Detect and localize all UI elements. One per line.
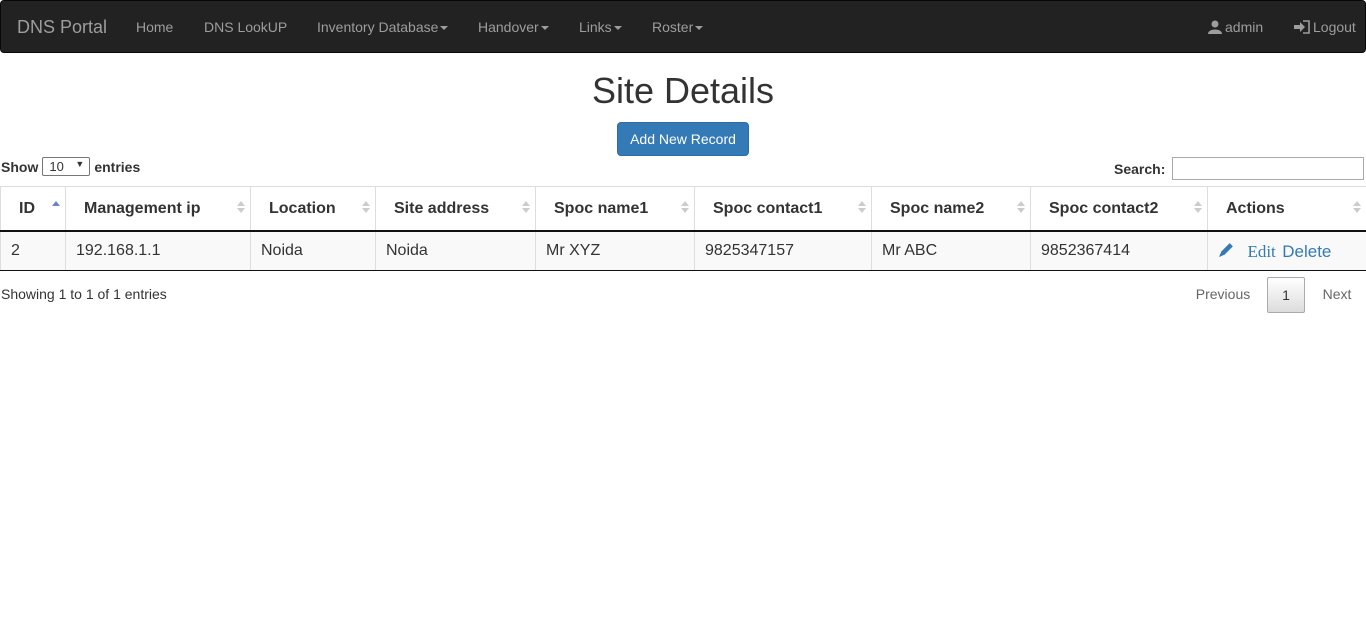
cell-location: Noida: [250, 231, 376, 271]
sort-icon: [858, 201, 866, 213]
nav-dns-lookup[interactable]: DNS LookUP: [204, 19, 287, 35]
nav-links-dropdown[interactable]: Links: [579, 19, 622, 35]
sort-icon: [1353, 201, 1361, 213]
caret-down-icon: [613, 26, 622, 31]
nav-inventory-database-dropdown[interactable]: Inventory Database: [317, 19, 449, 35]
pagination-next[interactable]: Next: [1313, 277, 1361, 311]
nav-links-label: Links: [579, 19, 612, 35]
cell-actions: Edit Delete: [1207, 231, 1366, 271]
caret-down-icon: [440, 26, 449, 31]
logout-label: Logout: [1313, 19, 1356, 35]
entries-label: entries: [94, 158, 141, 175]
delete-link[interactable]: Delete: [1282, 242, 1331, 261]
column-header-management-ip[interactable]: Management ip: [65, 186, 251, 232]
sort-icon: [681, 201, 689, 213]
cell-spoc-name1: Mr XYZ: [535, 231, 695, 271]
nav-roster-label: Roster: [652, 19, 694, 35]
column-header-location[interactable]: Location: [250, 186, 376, 232]
cell-spoc-contact2: 9852367414: [1030, 231, 1208, 271]
column-header-spoc-name1[interactable]: Spoc name1: [535, 186, 695, 232]
nav-logout[interactable]: Logout: [1294, 19, 1356, 35]
column-header-spoc-contact1[interactable]: Spoc contact1: [694, 186, 872, 232]
select-arrow-icon: ▼: [75, 159, 85, 169]
column-header-label: Location: [269, 199, 336, 217]
user-name: admin: [1225, 19, 1264, 35]
column-header-spoc-name2[interactable]: Spoc name2: [871, 186, 1031, 232]
search-label: Search:: [1114, 160, 1166, 177]
show-label: Show: [1, 158, 39, 175]
logout-icon: [1294, 20, 1310, 34]
pagination-page-1[interactable]: 1: [1267, 277, 1305, 313]
nav-user[interactable]: admin: [1208, 19, 1263, 35]
cell-id: 2: [0, 231, 66, 271]
column-header-label: Spoc contact2: [1049, 199, 1159, 217]
edit-link[interactable]: Edit: [1247, 242, 1275, 261]
cell-site-address: Noida: [375, 231, 536, 271]
page-title: Site Details: [591, 70, 775, 111]
brand-link[interactable]: DNS Portal: [17, 17, 107, 38]
site-details-table: ID Management ip Location Site address S…: [0, 186, 1366, 271]
column-header-site-address[interactable]: Site address: [375, 186, 536, 232]
column-header-label: Actions: [1226, 199, 1285, 217]
pencil-icon[interactable]: [1218, 241, 1235, 258]
column-header-id[interactable]: ID: [0, 186, 66, 232]
column-header-spoc-contact2[interactable]: Spoc contact2: [1030, 186, 1208, 232]
column-header-label: Spoc contact1: [713, 199, 823, 217]
nav-inventory-database-label: Inventory Database: [317, 19, 439, 35]
sort-icon: [52, 201, 60, 208]
nav-roster-dropdown[interactable]: Roster: [652, 19, 704, 35]
nav-home[interactable]: Home: [136, 19, 173, 35]
table-info: Showing 1 to 1 of 1 entries: [1, 286, 167, 302]
search-input[interactable]: [1172, 157, 1365, 180]
top-navbar: DNS Portal Home DNS LookUP Inventory Dat…: [0, 0, 1366, 53]
page-length-control: Show 10 ▼ entries: [1, 157, 140, 176]
cell-management-ip: 192.168.1.1: [65, 231, 251, 271]
column-header-actions[interactable]: Actions: [1207, 186, 1366, 232]
add-new-record-button[interactable]: Add New Record: [617, 122, 749, 156]
caret-down-icon: [540, 26, 549, 31]
pagination-previous[interactable]: Previous: [1186, 277, 1260, 311]
sort-icon: [237, 201, 245, 213]
sort-icon: [362, 201, 370, 213]
table-header-row: ID Management ip Location Site address S…: [0, 186, 1366, 232]
sort-icon: [1017, 201, 1025, 213]
sort-icon: [1194, 201, 1202, 213]
sort-icon: [522, 201, 530, 213]
search-control: Search:: [1114, 157, 1365, 180]
column-header-label: Spoc name2: [890, 199, 985, 217]
cell-spoc-name2: Mr ABC: [871, 231, 1031, 271]
cell-spoc-contact1: 9825347157: [694, 231, 872, 271]
nav-handover-label: Handover: [478, 19, 539, 35]
page-length-value: 10: [49, 159, 64, 174]
page-length-select[interactable]: 10 ▼: [42, 157, 91, 176]
column-header-label: ID: [19, 199, 35, 217]
caret-down-icon: [695, 26, 704, 31]
column-header-label: Management ip: [84, 199, 201, 217]
nav-handover-dropdown[interactable]: Handover: [478, 19, 549, 35]
table-row: 2 192.168.1.1 Noida Noida Mr XYZ 9825347…: [0, 231, 1366, 271]
user-icon: [1208, 20, 1222, 34]
column-header-label: Spoc name1: [554, 199, 649, 217]
column-header-label: Site address: [394, 199, 490, 217]
